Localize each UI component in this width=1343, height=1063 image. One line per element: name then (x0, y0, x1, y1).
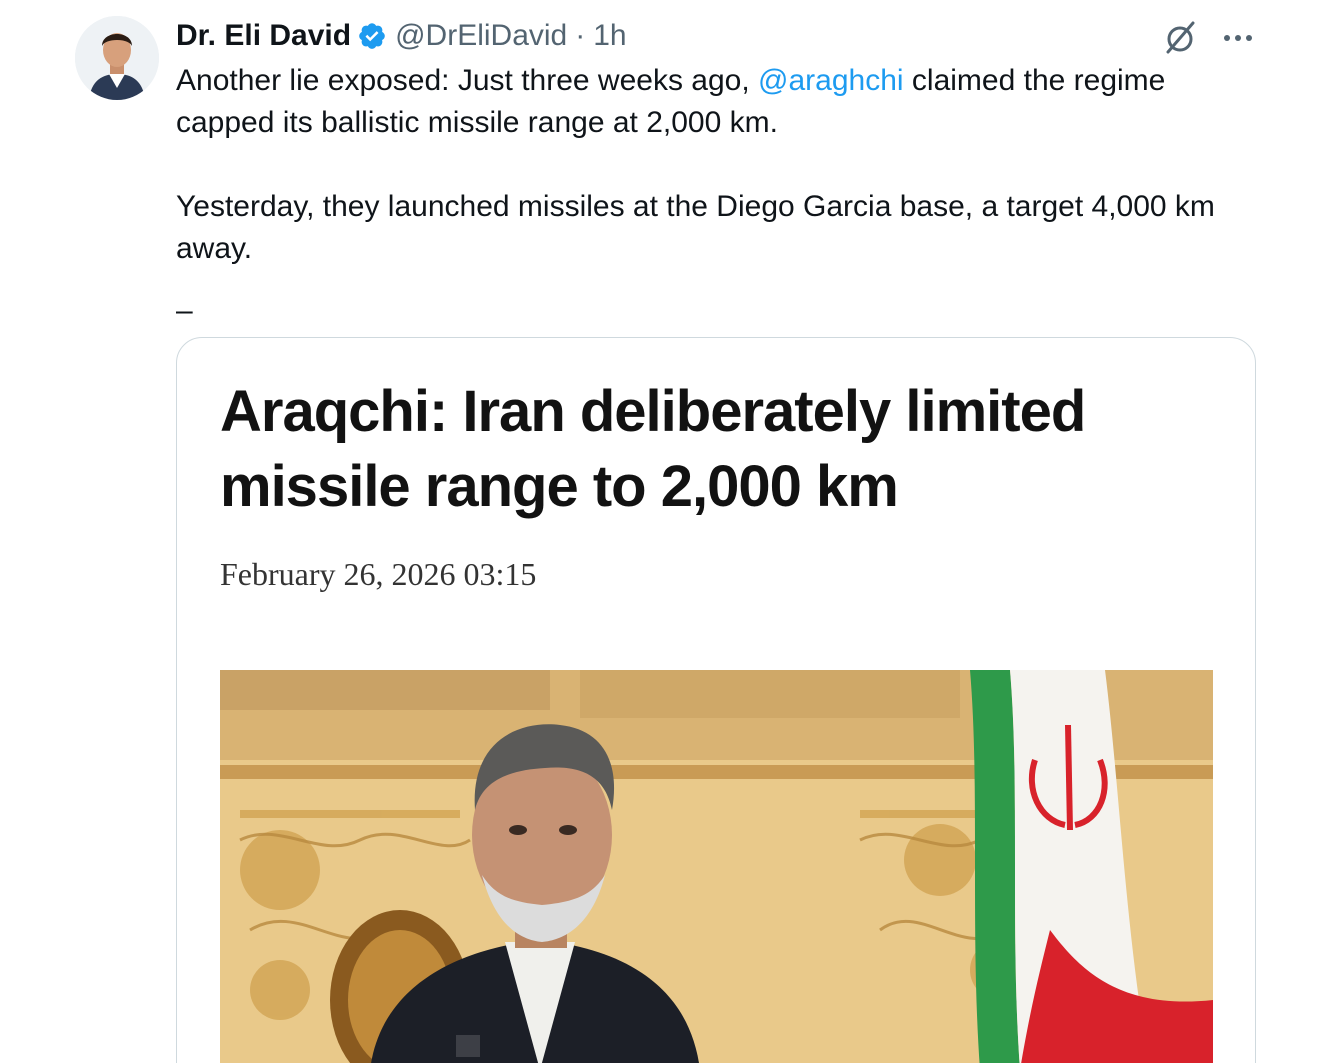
card-date: February 26, 2026 03:15 (220, 556, 537, 592)
author-handle[interactable]: @DrEliDavid (395, 19, 567, 53)
tweet-text: Another lie exposed: Just three weeks ag… (176, 60, 1266, 332)
tweet-paragraph-2: Yesterday, they launched missiles at the… (176, 190, 1215, 265)
tweet-header: Dr. Eli David @DrEliDavid · 1h (176, 14, 627, 58)
separator-dot: · (575, 19, 586, 52)
tweet-timestamp[interactable]: 1h (593, 19, 626, 53)
grok-icon[interactable] (1160, 18, 1200, 58)
tweet-text-part: Another lie exposed: Just three weeks ag… (176, 64, 759, 97)
more-options-icon[interactable] (1218, 18, 1258, 58)
card-photo (220, 670, 1213, 1063)
author-avatar[interactable] (75, 16, 159, 100)
card-headline: Araqchi: Iran deliberately limited missi… (220, 379, 1086, 519)
tweet-paragraph-1: Another lie exposed: Just three weeks ag… (176, 60, 1266, 144)
avatar-image (75, 16, 159, 100)
tweet-paragraph-3: – (176, 294, 193, 327)
verified-badge-icon[interactable] (357, 21, 387, 51)
media-card[interactable]: Araqchi: Iran deliberately limited missi… (176, 337, 1256, 1063)
mention-link[interactable]: @araghchi (758, 64, 904, 97)
author-display-name[interactable]: Dr. Eli David (176, 19, 351, 53)
tweet: Dr. Eli David @DrEliDavid · 1h Another l… (0, 0, 1343, 1063)
